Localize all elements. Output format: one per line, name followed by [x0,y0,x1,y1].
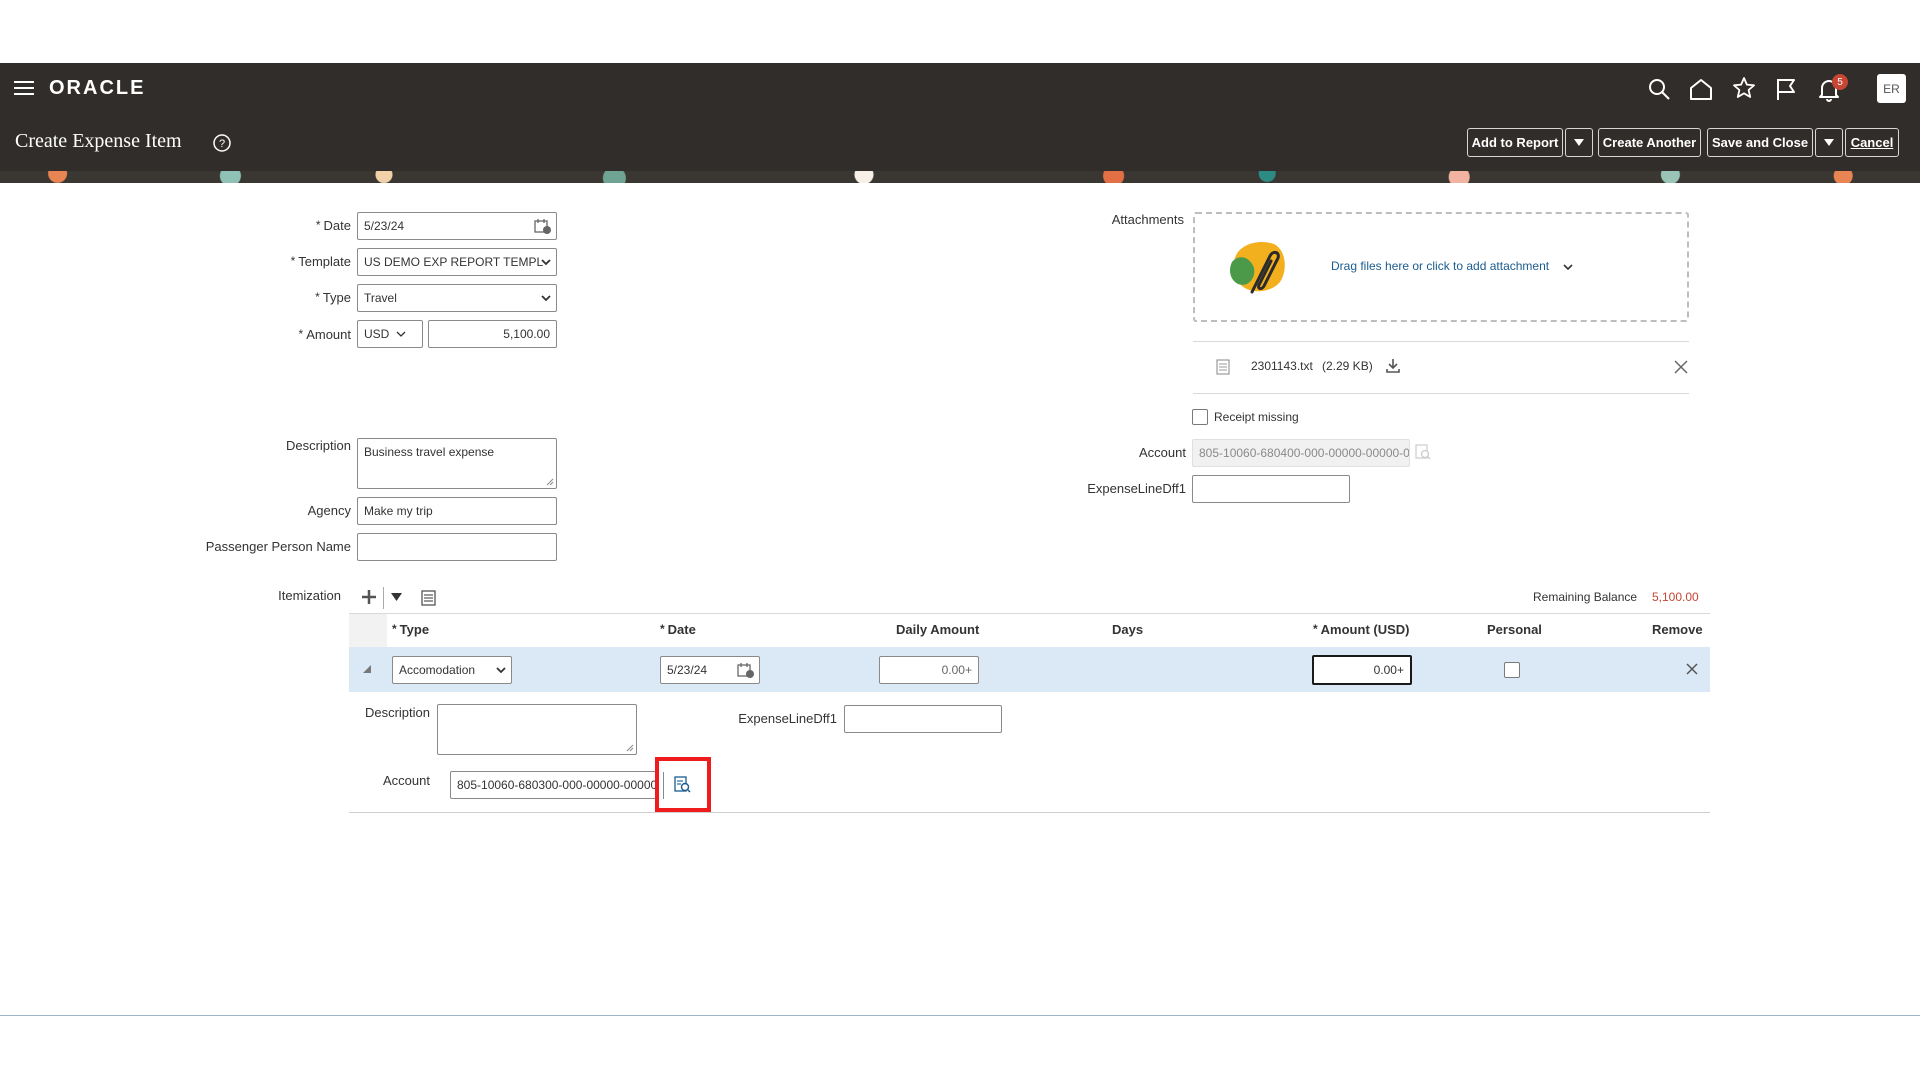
chevron-down-icon [496,667,506,674]
svg-text:?: ? [219,138,225,150]
add-to-report-menu-button[interactable] [1565,128,1593,157]
resize-handle-icon[interactable] [546,478,554,486]
flag-icon[interactable] [1775,77,1797,101]
receipt-missing-checkbox[interactable] [1192,409,1208,425]
column-header-daily-amount: Daily Amount [896,622,980,637]
itemization-date-input[interactable]: 5/23/24 [660,656,760,684]
resize-handle-icon[interactable] [626,744,634,752]
account-label: Account [1139,445,1186,460]
file-document-icon [1216,359,1230,375]
create-another-button[interactable]: Create Another [1598,128,1701,157]
divider [1193,393,1689,394]
page-title: Create Expense Item [15,130,182,152]
section-divider [349,812,1710,813]
daily-amount-input[interactable]: 0.00+ [879,656,979,684]
home-icon[interactable] [1689,77,1713,101]
attachment-file-name[interactable]: 2301143.txt [1251,359,1313,373]
receipt-missing-label: Receipt missing [1214,410,1299,424]
expense-line-dff1-label: ExpenseLineDff1 [1087,481,1186,496]
itemization-type-select[interactable]: Accomodation [392,656,512,684]
chevron-down-icon [541,295,551,302]
search-icon[interactable] [1647,77,1671,101]
amount-label: * Amount [298,327,351,342]
attachment-file-size: (2.29 KB) [1322,359,1373,373]
remaining-balance-label: Remaining Balance [1533,590,1638,604]
app-header [0,63,1920,183]
item-account-input[interactable]: 805-10060-680300-000-00000-00000 [450,771,658,799]
decorative-banner [0,171,1920,183]
row-header-gutter [349,614,387,647]
favorites-star-icon[interactable] [1732,76,1756,100]
attachments-label: Attachments [1111,212,1184,227]
cancel-button[interactable]: Cancel [1845,128,1899,157]
chevron-down-icon [541,259,551,266]
template-label: * Template [290,254,351,269]
download-icon[interactable] [1385,358,1401,374]
caret-down-icon [1574,138,1584,146]
item-account-label: Account [383,773,430,788]
footer-divider [0,1015,1920,1016]
column-header-date: * Date [660,622,696,637]
add-itemization-icon[interactable] [361,589,377,605]
item-description-textarea[interactable] [437,704,637,755]
remove-attachment-icon[interactable] [1674,360,1688,374]
add-attachment-link[interactable]: Drag files here or click to add attachme… [1331,259,1549,273]
agency-input[interactable]: Make my trip [357,497,557,525]
top-whitespace [0,0,1920,63]
collapse-row-icon[interactable] [362,664,372,674]
item-expense-line-dff1-label: ExpenseLineDff1 [738,711,837,726]
oracle-logo[interactable]: ORACLE [49,77,145,100]
notification-count-badge: 5 [1832,74,1848,90]
amount-input[interactable]: 5,100.00 [428,320,557,348]
calendar-icon[interactable] [534,218,552,235]
passenger-person-name-label: Passenger Person Name [205,539,351,554]
divider [1193,341,1689,342]
callout-highlight-box [655,757,711,812]
caret-down-icon[interactable] [391,593,402,602]
chevron-down-icon [396,331,406,337]
remaining-balance-value: 5,100.00 [1652,590,1699,604]
column-header-remove: Remove [1652,622,1703,637]
type-select[interactable]: Travel [357,284,557,312]
save-and-close-menu-button[interactable] [1815,128,1843,157]
passenger-person-name-input[interactable] [357,533,557,561]
toolbar-separator [383,587,384,609]
user-avatar[interactable]: ER [1877,74,1906,103]
description-textarea[interactable]: Business travel expense [357,438,557,489]
expense-line-dff1-input[interactable] [1192,475,1350,503]
description-label: Description [285,438,351,453]
chevron-down-icon[interactable] [1562,262,1574,272]
column-header-days: Days [1112,622,1144,637]
column-header-type: * Type [392,622,430,637]
itemization-table-border [349,613,1710,614]
calendar-icon[interactable] [737,662,755,679]
caret-down-icon [1824,138,1834,146]
template-select[interactable]: US DEMO EXP REPORT TEMPL [357,248,557,276]
save-and-close-button[interactable]: Save and Close [1707,128,1813,157]
attachment-leaf-icon [1230,242,1285,294]
account-input: 805-10060-680400-000-00000-00000-0 [1192,439,1410,467]
column-header-personal: Personal [1487,622,1542,637]
account-search-icon [1415,444,1431,460]
detach-table-icon[interactable] [421,590,436,606]
help-icon[interactable]: ? [213,134,231,152]
itemization-label: Itemization [278,588,341,603]
hamburger-menu-icon[interactable] [14,80,34,96]
date-label: * Date [315,218,351,233]
agency-label: Agency [307,503,351,518]
currency-select[interactable]: USD [357,320,423,348]
item-expense-line-dff1-input[interactable] [844,705,1002,733]
amount-usd-input[interactable]: 0.00+ [1312,655,1412,685]
column-header-amount-usd: * Amount (USD) [1313,622,1410,637]
date-input[interactable]: 5/23/24 [357,212,557,240]
item-description-label: Description [364,705,430,720]
remove-row-icon[interactable] [1686,663,1698,675]
type-label: * Type [315,290,351,305]
personal-checkbox[interactable] [1504,662,1520,678]
add-to-report-button[interactable]: Add to Report [1467,128,1563,157]
